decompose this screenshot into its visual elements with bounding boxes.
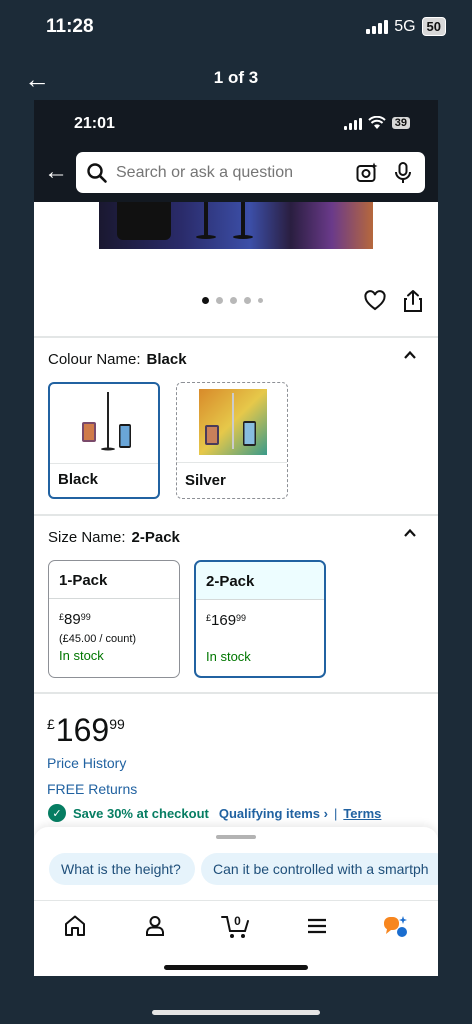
hero-lamp-graphic [233, 202, 253, 239]
amazon-header: 21:01 39 ← [34, 100, 438, 202]
size-option-name: 1-Pack [49, 561, 179, 599]
account-icon[interactable] [140, 911, 170, 941]
size-option-stock: In stock [59, 648, 104, 663]
carousel-dot [258, 298, 263, 303]
checkmark-icon: ✓ [48, 804, 66, 822]
rufus-icon[interactable] [381, 911, 411, 941]
price-history-link[interactable]: Price History [47, 755, 126, 771]
colour-option-black[interactable]: Black [48, 382, 160, 499]
chevron-up-icon[interactable] [403, 526, 417, 540]
carousel-dot [244, 297, 251, 304]
image-carousel-dots[interactable] [202, 297, 263, 304]
product-price: £169 99 [47, 712, 125, 748]
outer-status-icons: 5G 50 [366, 17, 446, 36]
size-option-name: 2-Pack [196, 562, 324, 600]
carousel-dot [216, 297, 223, 304]
size-option-unit-price: (£45.00 / count) [59, 633, 137, 645]
inner-home-indicator [164, 965, 308, 970]
size-value: 2-Pack [131, 529, 180, 546]
promo-separator: | [333, 805, 338, 821]
colour-value: Black [146, 351, 187, 368]
product-image[interactable] [99, 202, 373, 249]
section-divider [34, 336, 438, 338]
viewer-header: ← 1 of 3 [0, 56, 472, 100]
question-chip[interactable]: What is the height? [49, 853, 195, 885]
section-divider [34, 692, 438, 694]
promo-row: ✓ Save 30% at checkout Qualifying items … [48, 804, 381, 822]
sheet-drag-handle[interactable] [216, 835, 256, 839]
carousel-dot [202, 297, 209, 304]
search-bar[interactable] [76, 152, 425, 193]
chevron-up-icon[interactable] [403, 348, 417, 362]
inner-signal-icon [343, 116, 362, 130]
qualifying-items-link[interactable]: Qualifying items › [219, 806, 328, 821]
inner-clock: 21:01 [74, 115, 115, 132]
network-label: 5G [394, 17, 416, 35]
outer-home-indicator [152, 1010, 320, 1015]
size-label-row: Size Name: 2-Pack [48, 529, 180, 546]
question-chip[interactable]: Can it be controlled with a smartph [201, 853, 438, 885]
battery-icon: 50 [421, 17, 446, 36]
colour-label-row: Colour Name: Black [48, 351, 187, 368]
outer-clock: 11:28 [46, 16, 94, 37]
carousel-dot [230, 297, 237, 304]
image-counter: 1 of 3 [213, 68, 259, 87]
product-page-screenshot: 21:01 39 ← Search or ask a question Colo… [34, 100, 438, 976]
size-option-2-pack[interactable]: 2-Pack £16999 In stock [194, 560, 326, 678]
section-divider [34, 514, 438, 516]
size-option-price: £16999 [206, 612, 247, 629]
bottom-tab-bar: 0 [34, 900, 438, 976]
swatch-image [177, 383, 287, 463]
wifi-icon [368, 116, 386, 130]
search-input[interactable] [116, 163, 343, 182]
suggested-questions-sheet: What is the height? Can it be controlled… [34, 827, 438, 900]
inner-status-icons: 39 [343, 116, 410, 130]
cart-icon[interactable]: 0 [220, 911, 254, 941]
size-label: Size Name: [48, 529, 126, 546]
swatch-image [50, 384, 158, 464]
colour-label: Colour Name: [48, 351, 141, 368]
lamp-product-thumbnail [199, 389, 267, 455]
lamp-product-thumbnail [82, 392, 131, 451]
hero-lamp-graphic [196, 202, 216, 239]
size-option-price: £8999 [59, 611, 91, 628]
promo-text: Save 30% at checkout [73, 805, 209, 821]
microphone-icon[interactable] [391, 161, 415, 185]
search-icon [87, 162, 107, 183]
camera-lens-icon[interactable] [355, 161, 379, 185]
share-icon[interactable] [402, 289, 424, 313]
cart-count: 0 [234, 914, 241, 928]
home-icon[interactable] [60, 911, 90, 941]
colour-option-label: Black [58, 471, 99, 488]
outer-status-bar: 11:28 5G 50 [0, 0, 472, 56]
colour-option-silver[interactable]: Silver [176, 382, 288, 499]
colour-option-label: Silver [185, 472, 226, 489]
search-row: ← [34, 152, 438, 194]
size-option-stock: In stock [206, 649, 251, 664]
free-returns-link[interactable]: FREE Returns [47, 781, 137, 797]
size-option-1-pack[interactable]: 1-Pack £8999 (£45.00 / count) In stock [48, 560, 180, 678]
hero-phone-graphic [117, 202, 171, 240]
heart-icon[interactable] [364, 290, 386, 312]
menu-icon[interactable] [302, 911, 332, 941]
inner-battery-icon: 39 [391, 117, 410, 129]
signal-icon [366, 19, 389, 34]
terms-link[interactable]: Terms [343, 806, 381, 821]
inner-back-arrow-icon[interactable]: ← [44, 158, 68, 186]
